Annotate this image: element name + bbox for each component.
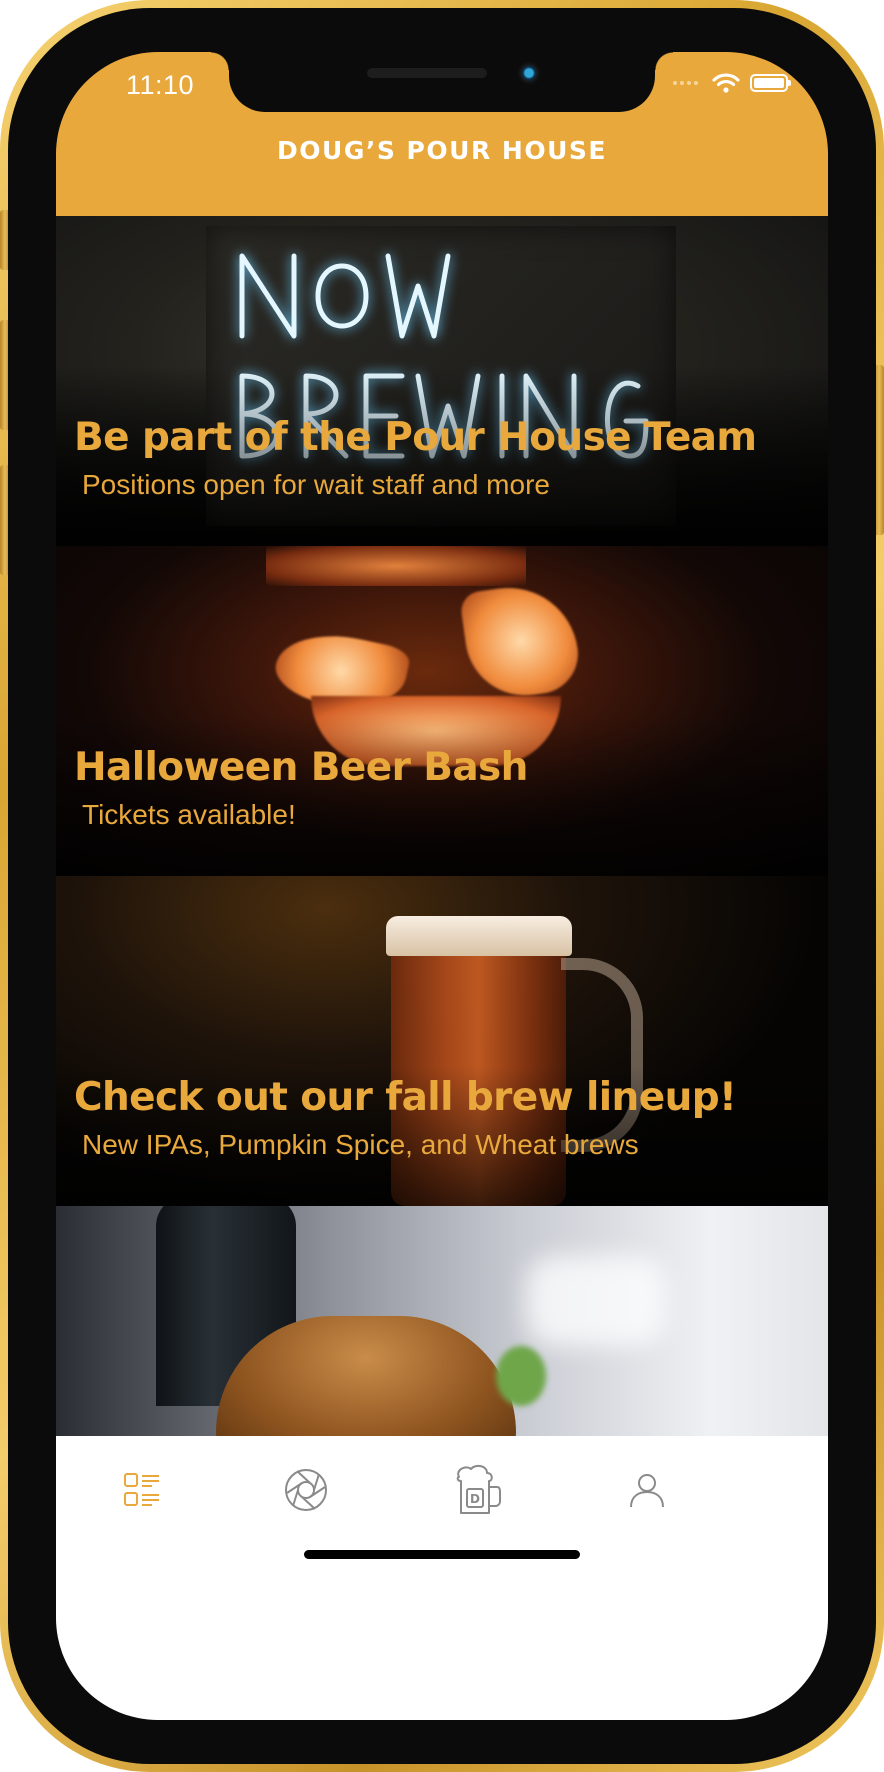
tab-feed[interactable] bbox=[102, 1450, 182, 1530]
speaker bbox=[367, 68, 487, 78]
card-text: Halloween Beer Bash Tickets available! bbox=[74, 748, 818, 831]
card-title: Be part of the Pour House Team bbox=[74, 415, 757, 460]
tab-bar: D bbox=[56, 1436, 828, 1720]
feed-card-fall-brews[interactable]: Check out our fall brew lineup! New IPAs… bbox=[56, 876, 828, 1206]
beer-badge-letter: D bbox=[470, 1492, 480, 1506]
card-subtitle: Tickets available! bbox=[82, 799, 296, 830]
card-title: Check out our fall brew lineup! bbox=[74, 1075, 737, 1120]
notch bbox=[211, 52, 673, 112]
card-text: Be part of the Pour House Team Positions… bbox=[74, 418, 818, 501]
feed-list-icon bbox=[124, 1473, 159, 1506]
feed-card-halloween[interactable]: Halloween Beer Bash Tickets available! bbox=[56, 546, 828, 876]
app-header: 11:10 DOUG’S POUR HOUSE bbox=[56, 52, 828, 216]
battery-icon bbox=[750, 74, 791, 92]
app-title: DOUG’S POUR HOUSE bbox=[277, 136, 607, 165]
card-subtitle: New IPAs, Pumpkin Spice, and Wheat brews bbox=[82, 1129, 639, 1160]
card-title: Halloween Beer Bash bbox=[74, 745, 528, 790]
home-indicator[interactable] bbox=[304, 1550, 580, 1559]
profile-icon bbox=[630, 1474, 664, 1508]
feed-card-jobs[interactable]: Be part of the Pour House Team Positions… bbox=[56, 216, 828, 546]
camera-aperture-icon bbox=[285, 1469, 327, 1511]
wifi-icon bbox=[712, 73, 740, 93]
status-time: 11:10 bbox=[126, 70, 195, 100]
front-camera bbox=[517, 61, 541, 85]
beer-mug-icon: D bbox=[456, 1464, 501, 1514]
app-screen: 11:10 DOUG’S POUR HOUSE Be part of the P… bbox=[56, 52, 828, 1720]
card-text: Check out our fall brew lineup! New IPAs… bbox=[74, 1078, 818, 1161]
signal-icon bbox=[673, 81, 698, 85]
status-icons bbox=[673, 72, 791, 94]
news-feed[interactable]: Be part of the Pour House Team Positions… bbox=[56, 216, 828, 1536]
tab-camera[interactable] bbox=[266, 1450, 346, 1530]
tab-beer-menu[interactable]: D bbox=[438, 1450, 518, 1530]
tab-profile[interactable] bbox=[607, 1450, 687, 1530]
card-subtitle: Positions open for wait staff and more bbox=[82, 469, 550, 500]
